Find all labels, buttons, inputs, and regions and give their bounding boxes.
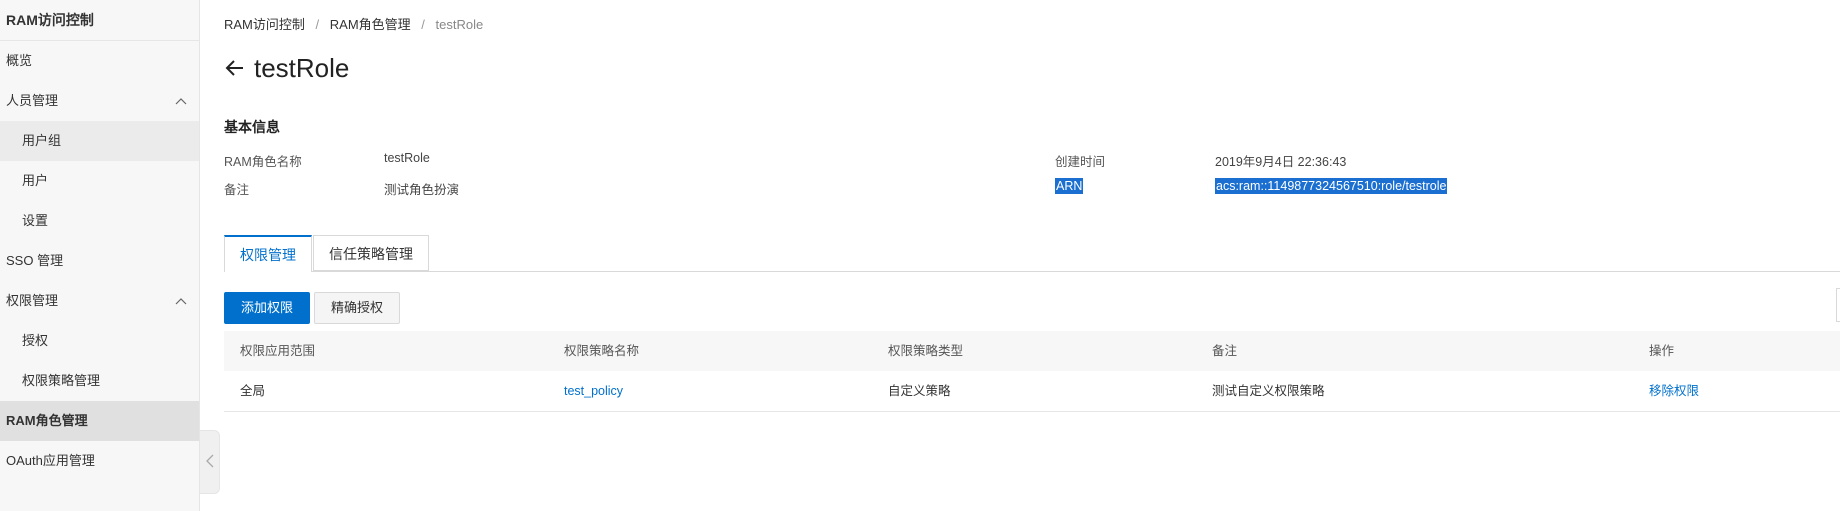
column-header: 备注 <box>1212 344 1238 358</box>
sidebar-item-label: 授权 <box>22 333 49 348</box>
sidebar-item-people[interactable]: 人员管理 <box>0 81 199 121</box>
column-header: 权限策略名称 <box>564 344 640 358</box>
sidebar-item-label: 权限管理 <box>6 293 59 308</box>
breadcrumb-separator: / <box>315 17 320 32</box>
permissions-table: 权限应用范围 权限策略名称 权限策略类型 备注 操作 全局 test_polic… <box>224 331 1840 412</box>
remark-cell: 测试自定义权限策略 <box>1212 384 1325 398</box>
sidebar-item-label: 人员管理 <box>6 93 59 108</box>
table-row: 全局 test_policy 自定义策略 测试自定义权限策略 移除权限 <box>224 371 1840 412</box>
sidebar-item-ram-roles[interactable]: RAM角色管理 <box>0 401 199 441</box>
chevron-up-icon[interactable] <box>173 281 189 321</box>
tab-trust-policy[interactable]: 信任策略管理 <box>313 235 429 271</box>
tab-bar: 权限管理 信任策略管理 <box>224 235 1840 272</box>
sidebar-item-sso[interactable]: SSO 管理 <box>0 241 199 281</box>
remark-label: 备注 <box>224 183 250 197</box>
section-title-basic-info: 基本信息 <box>224 119 280 135</box>
remove-permission-link[interactable]: 移除权限 <box>1649 371 1699 411</box>
role-name-value: testRole <box>384 151 430 165</box>
sidebar-item-label: 权限策略管理 <box>22 373 101 388</box>
breadcrumb-item-roles[interactable]: RAM角色管理 <box>330 17 411 32</box>
sidebar-item-label: 用户 <box>22 173 49 188</box>
chevron-left-icon <box>205 454 214 471</box>
sidebar-item-label: RAM角色管理 <box>6 413 88 428</box>
breadcrumb: RAM访问控制 / RAM角色管理 / testRole <box>224 14 483 33</box>
breadcrumb-item-current: testRole <box>435 17 484 32</box>
table-header: 权限应用范围 权限策略名称 权限策略类型 备注 操作 <box>224 331 1840 371</box>
breadcrumb-separator: / <box>421 17 425 32</box>
breadcrumb-item-ram[interactable]: RAM访问控制 <box>224 17 305 32</box>
column-header: 操作 <box>1649 344 1675 358</box>
policy-name-link[interactable]: test_policy <box>564 371 623 411</box>
sidebar-item-user-groups[interactable]: 用户组 <box>0 121 199 161</box>
chevron-up-icon[interactable] <box>173 81 189 121</box>
sidebar-title: RAM访问控制 <box>0 0 199 41</box>
tab-permissions[interactable]: 权限管理 <box>224 235 312 272</box>
sidebar-item-label: 用户组 <box>22 133 62 148</box>
sidebar: RAM访问控制 概览 人员管理 用户组 用户 设置 SSO 管理 权限管理 授权… <box>0 0 200 511</box>
policy-type-cell: 自定义策略 <box>888 384 951 398</box>
precise-grant-button[interactable]: 精确授权 <box>314 292 401 324</box>
toolbar-right-control[interactable] <box>1836 288 1840 322</box>
created-time-label: 创建时间 <box>1055 155 1106 169</box>
page-header: testRole <box>224 50 349 86</box>
scope-cell: 全局 <box>240 384 266 398</box>
remark-value: 测试角色扮演 <box>384 183 460 197</box>
sidebar-item-overview[interactable]: 概览 <box>0 41 199 81</box>
arn-value[interactable]: acs:ram::1149877324567510:role/testrole <box>1215 178 1448 194</box>
arrow-left-icon[interactable] <box>224 56 248 80</box>
sidebar-item-policy-management[interactable]: 权限策略管理 <box>0 361 199 401</box>
column-header: 权限应用范围 <box>240 344 316 358</box>
arn-label: ARN <box>1055 178 1084 194</box>
sidebar-item-oauth-apps[interactable]: OAuth应用管理 <box>0 441 199 481</box>
main-content: RAM访问控制 / RAM角色管理 / testRole testRole 基本… <box>224 0 1840 511</box>
sidebar-item-label: 设置 <box>22 213 49 228</box>
sidebar-collapse-handle[interactable] <box>200 430 220 494</box>
sidebar-item-label: OAuth应用管理 <box>6 453 95 468</box>
created-time-value: 2019年9月4日 22:36:43 <box>1215 155 1347 169</box>
page-title: testRole <box>254 52 350 83</box>
sidebar-item-permissions[interactable]: 权限管理 <box>0 281 199 321</box>
sidebar-item-label: SSO 管理 <box>6 253 64 268</box>
sidebar-item-grants[interactable]: 授权 <box>0 321 199 361</box>
sidebar-item-users[interactable]: 用户 <box>0 161 199 201</box>
sidebar-item-label: 概览 <box>6 53 33 68</box>
column-header: 权限策略类型 <box>888 344 964 358</box>
role-name-label: RAM角色名称 <box>224 155 302 169</box>
add-permission-button[interactable]: 添加权限 <box>224 292 311 324</box>
sidebar-item-settings[interactable]: 设置 <box>0 201 199 241</box>
